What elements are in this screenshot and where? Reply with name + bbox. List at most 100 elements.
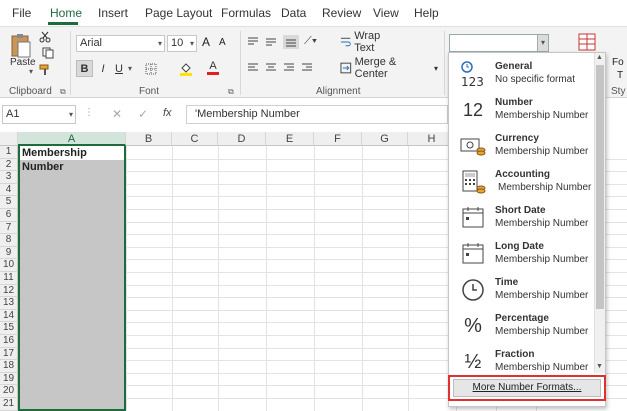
- row-header-18[interactable]: 18: [0, 360, 18, 373]
- tab-formulas[interactable]: Formulas: [221, 6, 271, 20]
- number-format-option-general[interactable]: 123 General No specific format: [449, 56, 595, 92]
- gridline-col: [362, 146, 363, 411]
- wrap-text-button[interactable]: Wrap Text: [340, 30, 400, 54]
- tab-data[interactable]: Data: [281, 6, 306, 20]
- copy-icon: [42, 47, 54, 59]
- bold-button[interactable]: B: [76, 60, 93, 77]
- copy-button[interactable]: [38, 46, 58, 60]
- tab-home[interactable]: Home: [50, 6, 82, 20]
- number-format-dropdown: ▲ ▼ 123 General No specific format 12 Number…: [448, 52, 606, 407]
- underline-button[interactable]: U: [112, 60, 126, 77]
- column-header-g[interactable]: G: [362, 132, 408, 146]
- tab-review[interactable]: Review: [322, 6, 361, 20]
- font-launcher-icon[interactable]: ⧉: [228, 87, 234, 97]
- cancel-icon[interactable]: ✕: [112, 107, 122, 121]
- italic-button[interactable]: I: [96, 60, 110, 77]
- merge-center-button[interactable]: Merge & Center ▾: [340, 56, 438, 80]
- number-format-option-accounting[interactable]: Accounting Membership Number: [449, 164, 595, 200]
- tab-view[interactable]: View: [373, 6, 399, 20]
- row-header-17[interactable]: 17: [0, 347, 18, 361]
- row-header-11[interactable]: 11: [0, 272, 18, 285]
- grow-font-button[interactable]: A: [202, 35, 210, 49]
- row-header-20[interactable]: 20: [0, 385, 18, 398]
- row-header-1[interactable]: 1: [0, 146, 18, 159]
- row-header-3[interactable]: 3: [0, 171, 18, 184]
- column-header-a[interactable]: A: [18, 132, 126, 146]
- enter-check-icon[interactable]: ✓: [138, 107, 148, 121]
- formula-content: 'Membership Number: [195, 108, 300, 120]
- column-header-f[interactable]: F: [314, 132, 362, 146]
- column-header-e[interactable]: E: [266, 132, 314, 146]
- option-preview: No specific format: [495, 74, 576, 85]
- clipboard-launcher-icon[interactable]: ⧉: [60, 87, 66, 97]
- row-header-19[interactable]: 19: [0, 372, 18, 386]
- format-as-table-label[interactable]: Fo: [612, 57, 624, 68]
- paste-dropdown-caret[interactable]: ▾: [29, 67, 33, 76]
- scroll-down-icon[interactable]: ▼: [596, 363, 603, 370]
- chevron-down-icon[interactable]: ▾: [537, 35, 548, 51]
- number-format-select[interactable]: ▾: [449, 34, 549, 52]
- underline-dropdown-caret[interactable]: ▾: [128, 64, 132, 73]
- more-number-formats-button[interactable]: More Number Formats...: [453, 379, 601, 397]
- row-header-16[interactable]: 16: [0, 335, 18, 348]
- svg-text:123: 123: [461, 75, 484, 88]
- selected-column-a[interactable]: [18, 146, 126, 411]
- font-size-select[interactable]: 10 ▾: [167, 35, 197, 52]
- tab-page-layout[interactable]: Page Layout: [145, 6, 212, 20]
- insert-function-button[interactable]: fx: [163, 107, 172, 119]
- gridline-col: [172, 146, 173, 411]
- scissors-icon: [39, 31, 51, 43]
- wrap-text-icon: [340, 37, 351, 47]
- tab-help[interactable]: Help: [414, 6, 439, 20]
- cut-button[interactable]: [38, 30, 52, 44]
- row-header-7[interactable]: 7: [0, 221, 18, 235]
- row-header-2[interactable]: 2: [0, 158, 18, 172]
- row-header-6[interactable]: 6: [0, 209, 18, 222]
- number-format-option-currency[interactable]: Currency Membership Number: [449, 128, 595, 164]
- font-color-button[interactable]: A: [206, 60, 220, 76]
- column-header-b[interactable]: B: [126, 132, 172, 146]
- font-family-select[interactable]: Arial ▾: [76, 35, 165, 52]
- formula-input[interactable]: 'Membership Number: [186, 105, 448, 124]
- row-header-15[interactable]: 15: [0, 322, 18, 335]
- row-header-5[interactable]: 5: [0, 196, 18, 209]
- number-format-option-percentage[interactable]: % Percentage Membership Number: [449, 308, 595, 344]
- select-all-corner[interactable]: [0, 132, 18, 146]
- row-header-14[interactable]: 14: [0, 309, 18, 323]
- scroll-up-icon[interactable]: ▲: [596, 54, 603, 61]
- format-as-table-label-2[interactable]: T: [617, 70, 623, 81]
- number-format-option-long-date[interactable]: Long Date Membership Number: [449, 236, 595, 272]
- orientation-icon[interactable]: ⟋▾: [304, 35, 317, 48]
- calendar-icon: [459, 204, 487, 232]
- number-format-option-short-date[interactable]: Short Date Membership Number: [449, 200, 595, 236]
- table-format-icon: [578, 33, 596, 51]
- fraction-icon: ½: [464, 350, 482, 373]
- option-name: General: [495, 61, 533, 72]
- tab-insert[interactable]: Insert: [98, 6, 128, 20]
- cell-a1[interactable]: Membership Number: [18, 146, 126, 173]
- shrink-font-button[interactable]: A: [219, 37, 226, 48]
- row-header-10[interactable]: 10: [0, 259, 18, 272]
- vertical-align-icons[interactable]: [246, 35, 306, 49]
- column-header-c[interactable]: C: [172, 132, 218, 146]
- option-name: Long Date: [495, 241, 544, 252]
- tab-file[interactable]: File: [12, 6, 31, 20]
- format-painter-button[interactable]: [38, 63, 52, 77]
- row-header-21[interactable]: 21: [0, 398, 18, 411]
- dropdown-scrollbar[interactable]: ▲ ▼: [594, 53, 605, 373]
- number-format-option-number[interactable]: 12 Number Membership Number: [449, 92, 595, 128]
- column-header-d[interactable]: D: [218, 132, 266, 146]
- horizontal-align-icons[interactable]: [246, 61, 326, 75]
- row-header-8[interactable]: 8: [0, 234, 18, 247]
- row-header-13[interactable]: 13: [0, 297, 18, 310]
- row-header-12[interactable]: 12: [0, 284, 18, 298]
- name-box[interactable]: A1 ▾: [2, 105, 76, 124]
- number-format-option-time[interactable]: Time Membership Number: [449, 272, 595, 308]
- currency-icon: [459, 132, 487, 160]
- row-header-9[interactable]: 9: [0, 246, 18, 260]
- conditional-format-button[interactable]: [577, 31, 597, 53]
- fill-color-button[interactable]: [178, 61, 194, 77]
- borders-button[interactable]: [144, 62, 158, 76]
- scrollbar-thumb[interactable]: [596, 65, 604, 309]
- row-header-4[interactable]: 4: [0, 183, 18, 197]
